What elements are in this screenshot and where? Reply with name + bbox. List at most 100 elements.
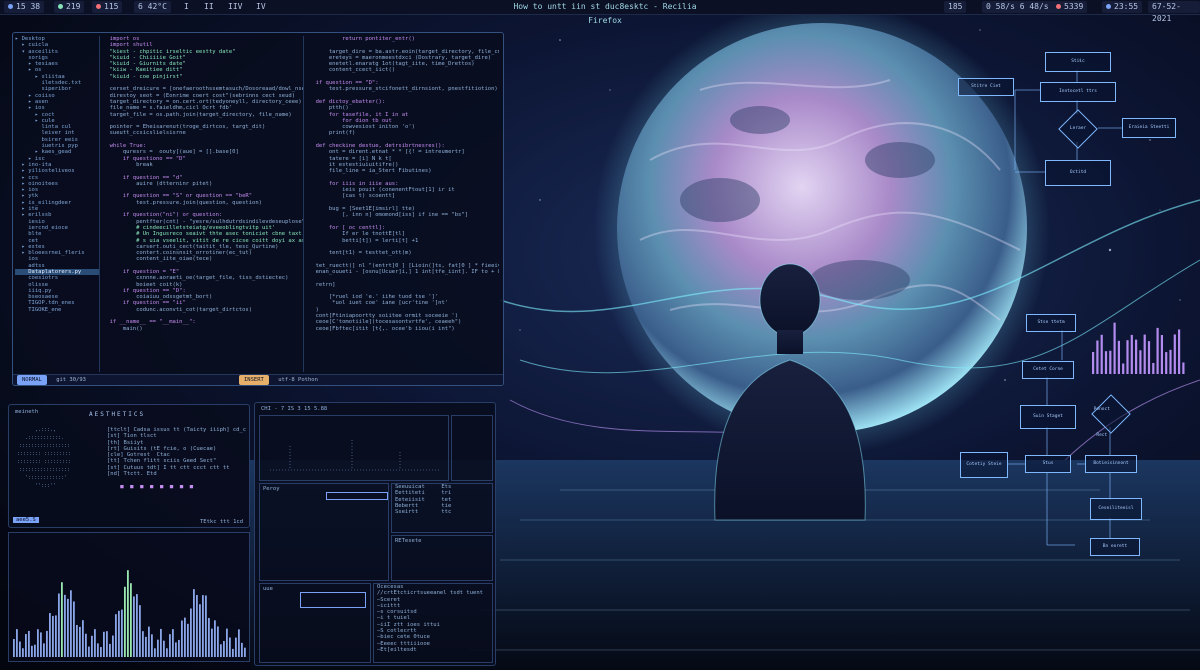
cpu-icon	[96, 4, 101, 9]
table-row[interactable]: Sseirtt ttc	[392, 509, 492, 515]
svg-text::::::::: :::::::::: :::::::: :::::::::	[17, 451, 71, 457]
mini-bar	[1143, 334, 1146, 374]
visualizer-bar	[199, 604, 201, 657]
time-icon	[1106, 4, 1111, 9]
code-line: target_dire = ba.astr.eoin(target_direct…	[309, 48, 499, 55]
code-pane-right[interactable]: return pontiter_entr() target_dire = ba.…	[309, 36, 499, 372]
aesthetics-terminal[interactable]: meineth AESTHETICS ,.:::.,.:::::::::::. …	[8, 404, 250, 528]
visualizer-bar	[217, 626, 219, 657]
flow-panel-6: Bn eorett	[1090, 538, 1140, 556]
visualizer-bar	[157, 639, 159, 657]
visualizer-bar	[109, 643, 111, 657]
visualizer-bar	[13, 638, 15, 657]
code-line: # Un Ingusreco seaivt thte asec toniciet…	[103, 231, 303, 238]
visualizer-bar	[142, 631, 144, 657]
file-tree-item-line[interactable]: TIGOKE_ene	[15, 307, 99, 313]
visualizer-bar	[145, 636, 147, 657]
list-item[interactable]: —Et[eiltesdt	[374, 647, 492, 653]
mini-bar	[1109, 350, 1112, 374]
visualizer-bar	[100, 647, 102, 657]
visualizer-bar	[229, 637, 231, 657]
memory-widget[interactable]: 219	[54, 1, 85, 13]
code-pane-left[interactable]: import os import shutil "kiest - chpitic…	[103, 36, 304, 372]
battery-widget[interactable]: 5339	[1052, 1, 1088, 13]
visualizer-bar	[52, 615, 54, 657]
memory-icon	[58, 4, 63, 9]
mini-bar	[1104, 351, 1108, 374]
terminal-header-left: meineth	[15, 409, 39, 415]
visualizer-bar	[118, 610, 120, 657]
mini-bar	[1139, 350, 1142, 374]
visualizer-bar	[130, 583, 132, 657]
visualizer-bar	[61, 582, 63, 657]
mini-bar	[1126, 340, 1129, 374]
file-tree[interactable]: ▸ Desktop ▸ cuicla ▾ asceilits sorigs ▸ …	[15, 36, 100, 372]
visualizer-bar	[88, 646, 90, 657]
visualizer-bar	[25, 634, 27, 657]
visualizer-bar	[82, 620, 84, 657]
workspace-4[interactable]: IV	[252, 1, 270, 13]
visualizer-bar	[202, 595, 204, 657]
visualizer-bar	[55, 615, 57, 657]
process-list[interactable]: Ocecesas//crtEtcticrtsueeanel tsdt tuent…	[373, 583, 493, 663]
process-table[interactable]: Seeuuicat Ets Eettiteti tri Eeteiisit tet B…	[391, 483, 493, 533]
code-editor-window[interactable]: ▸ Desktop ▸ cuicla ▾ asceilits sorigs ▸ …	[12, 32, 504, 386]
visualizer-bar	[16, 629, 18, 657]
volume-widget[interactable]: 185	[944, 1, 967, 13]
code-line: enan_ouueti - [osnu[Ucuer]i,] 1 int[tfe_…	[315, 268, 499, 275]
visualizer-bar	[148, 626, 150, 657]
shell-prompt[interactable]: aee5.S	[13, 517, 39, 523]
mini-bar	[1117, 340, 1120, 374]
visualizer-bar	[115, 614, 117, 657]
mode-indicator: NORMAL	[17, 375, 47, 385]
svg-text::::::::: :::::::::: :::::::: :::::::::	[17, 459, 71, 465]
ascii-art-logo: ,.:::.,.:::::::::::. :::::::::::::::::::…	[17, 427, 71, 489]
terminal-footer: TEtkc ttt 1cd	[199, 519, 243, 525]
visualizer-bar	[196, 595, 198, 657]
visualizer-bar	[175, 642, 177, 657]
date-widget[interactable]: 67-52-2021	[1148, 1, 1200, 23]
list-item[interactable]: //crtEtcticrtsueeanel tsdt tuent	[374, 590, 492, 596]
visualizer-bar	[187, 623, 189, 657]
visualizer-bar	[67, 598, 69, 657]
flow-process-1: Eraieia Steetti	[1122, 118, 1176, 138]
mini-bar	[1169, 349, 1172, 374]
status-left-text: git 30/93	[56, 377, 86, 383]
workspace-2[interactable]: II	[200, 1, 218, 13]
visualizer-bar	[37, 629, 39, 657]
cpu-widget[interactable]: 115	[92, 1, 123, 13]
code-line: main()	[103, 325, 143, 332]
flow-panel-7: Cotetiy Steie	[960, 452, 1008, 478]
mode-indicator-right: INSERT	[239, 375, 269, 385]
workspace-3[interactable]: IIV	[224, 1, 246, 13]
svg-text:.:::::::::::.: .:::::::::::.	[25, 435, 64, 441]
mini-bar	[1100, 334, 1103, 374]
stats-table: RETesete	[391, 535, 493, 581]
clock-icon	[8, 4, 13, 9]
visualizer-bar	[127, 570, 129, 657]
editor-status-bar: NORMAL git 30/93 INSERT utf-8 Pothon	[13, 374, 503, 385]
mini-bar	[1147, 341, 1151, 374]
workspace-1[interactable]: I	[180, 1, 193, 13]
clock-widget[interactable]: 15 38	[4, 1, 45, 13]
panel-title: AESTHETICS	[89, 411, 146, 418]
code-line: cerset_dreicure = [onefaeroothssemtasuch…	[103, 86, 303, 93]
visualizer-bar	[133, 596, 135, 657]
visualizer-bar	[70, 590, 72, 657]
mini-bar	[1135, 339, 1138, 374]
visualizer-bar	[163, 640, 165, 657]
temperature-widget[interactable]: 6 42°C	[134, 1, 171, 13]
code-line: pentfter(cnt) - "yesre/sulhdutrdsindilev…	[103, 218, 303, 225]
visualizer-bar	[73, 601, 75, 657]
network-widget[interactable]: 0 58/s 6 48/s	[982, 1, 1053, 13]
visualizer-bar	[31, 645, 33, 657]
visualizer-bar	[43, 643, 45, 657]
system-monitor[interactable]: CHI - 7 IS 3 15 5.88 Peroy Seeuuicat Ets…	[254, 402, 496, 666]
mini-bar	[1160, 335, 1163, 374]
svg-text::::::::::::::::::: :::::::::::::::::	[19, 467, 70, 473]
cpu-graph	[259, 415, 449, 481]
visualizer-bar	[205, 595, 207, 657]
mini-bar	[1182, 362, 1185, 374]
top-panel: 15 38 219 115 6 42°C I II IIV IV How to …	[0, 0, 1200, 25]
time-widget[interactable]: 23:55	[1102, 1, 1143, 13]
